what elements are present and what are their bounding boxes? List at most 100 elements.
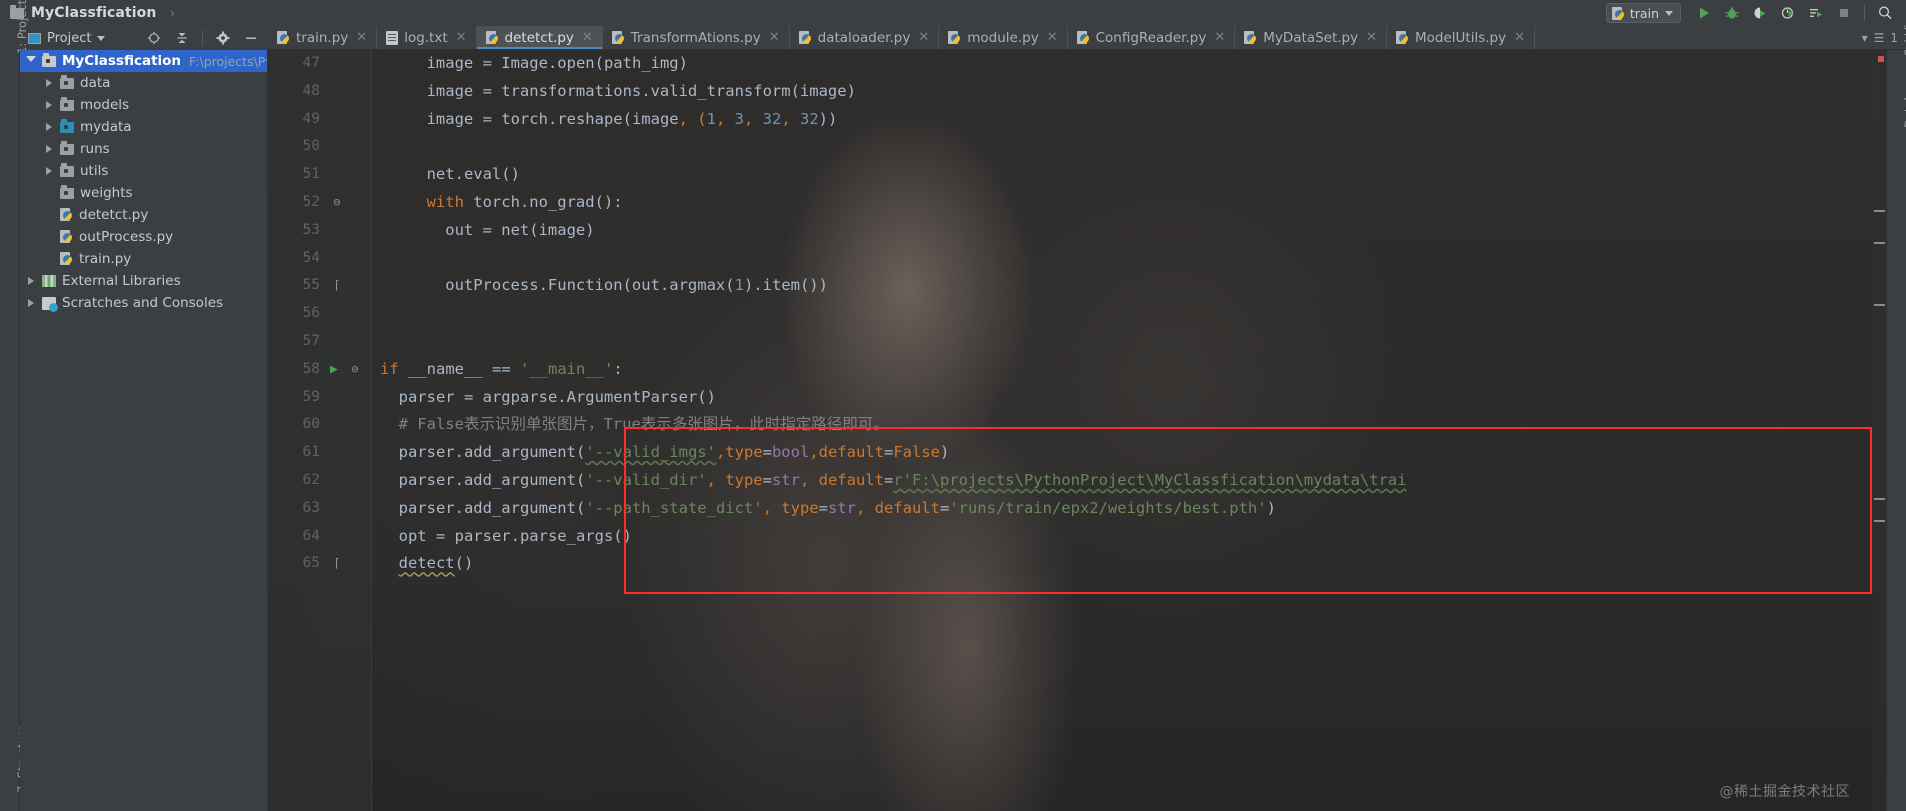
profile-icon[interactable] bbox=[1775, 2, 1801, 24]
close-icon[interactable]: ✕ bbox=[456, 30, 467, 45]
editor-tab-label: MyDataSet.py bbox=[1263, 29, 1359, 46]
code-editor[interactable]: 47 image = Image.open(path_img) 48 image = … bbox=[268, 50, 1886, 811]
line-number: 60 bbox=[302, 416, 320, 433]
chevron-right-icon[interactable] bbox=[42, 79, 56, 87]
code-line: 63 parser.add_argument('--path_state_dict… bbox=[268, 495, 1886, 523]
code-token: ( bbox=[575, 470, 586, 489]
close-icon[interactable]: ✕ bbox=[1047, 30, 1058, 45]
code-token: ) bbox=[1266, 498, 1276, 517]
code-token: ( bbox=[622, 109, 632, 128]
sidebar-item-project[interactable]: 1: Project bbox=[15, 0, 29, 54]
code-token: ( bbox=[575, 443, 586, 462]
run-configuration-selector[interactable]: train bbox=[1605, 3, 1681, 23]
sidebar-item-database[interactable]: Database bbox=[1902, 73, 1906, 128]
code-line: 54 bbox=[268, 245, 1886, 273]
code-token: 32 bbox=[762, 109, 782, 128]
chevron-right-icon[interactable] bbox=[42, 145, 56, 153]
code-token: out bbox=[445, 220, 474, 239]
sidebar-item-sciview[interactable]: Sci View bbox=[1902, 8, 1906, 56]
close-icon[interactable]: ✕ bbox=[356, 30, 367, 45]
tree-item-models[interactable]: models bbox=[20, 94, 267, 116]
close-icon[interactable]: ✕ bbox=[918, 30, 929, 45]
code-token: no_grad bbox=[529, 192, 595, 211]
tree-item-label: data bbox=[80, 75, 111, 91]
tree-item-outprocess-py[interactable]: outProcess.py bbox=[20, 226, 267, 248]
editor-tab-mydataset-py[interactable]: MyDataSet.py ✕ bbox=[1235, 26, 1388, 49]
tree-item-label: runs bbox=[80, 141, 110, 157]
tree-item-scratches-and-consoles[interactable]: Scratches and Consoles bbox=[20, 292, 267, 314]
editor-tab-modelutils-py[interactable]: ModelUtils.py ✕ bbox=[1387, 26, 1536, 49]
editor-tab-configreader-py[interactable]: ConfigReader.py ✕ bbox=[1068, 26, 1236, 49]
tree-item-myclassfication[interactable]: MyClassfication F:\projects\Python bbox=[20, 50, 267, 72]
tree-item-label: weights bbox=[80, 185, 133, 201]
code-line: 58 ▶ ⊖ if __name__ == '__main__': bbox=[268, 356, 1886, 384]
chevron-down-icon[interactable] bbox=[1665, 10, 1673, 16]
close-icon[interactable]: ✕ bbox=[1214, 30, 1225, 45]
debug-icon[interactable] bbox=[1719, 2, 1745, 24]
editor-tab-dataloader-py[interactable]: dataloader.py ✕ bbox=[790, 26, 940, 49]
editor-marker-track[interactable] bbox=[1872, 50, 1886, 811]
tree-item-train-py[interactable]: train.py bbox=[20, 248, 267, 270]
editor-tab-label: train.py bbox=[296, 29, 349, 46]
code-token: ( bbox=[622, 276, 632, 295]
run-gutter-icon[interactable]: ▶ bbox=[330, 356, 344, 384]
fold-end-icon[interactable]: ⌈ bbox=[330, 550, 344, 578]
gear-icon[interactable] bbox=[210, 27, 236, 49]
project-tree[interactable]: MyClassfication F:\projects\Python data mod… bbox=[20, 50, 268, 811]
change-marker[interactable] bbox=[1874, 520, 1885, 522]
chevron-right-icon[interactable] bbox=[24, 299, 38, 307]
editor-tab-label: log.txt bbox=[404, 29, 448, 46]
tab-list-icon[interactable]: ☰ bbox=[1874, 31, 1885, 45]
close-icon[interactable]: ✕ bbox=[769, 30, 780, 45]
search-everywhere-icon[interactable] bbox=[1872, 2, 1898, 24]
code-token: ) bbox=[678, 54, 688, 72]
change-marker[interactable] bbox=[1874, 304, 1885, 306]
chevron-right-icon[interactable] bbox=[24, 277, 38, 285]
run-with-console-icon[interactable] bbox=[1803, 2, 1829, 24]
editor-tab-detetct-py[interactable]: detetct.py ✕ bbox=[476, 26, 603, 49]
change-marker[interactable] bbox=[1874, 210, 1885, 212]
run-icon[interactable] bbox=[1691, 2, 1717, 24]
tree-item-detetct-py[interactable]: detetct.py bbox=[20, 204, 267, 226]
tab-overflow-group[interactable]: ▾ ☰ 1 bbox=[1862, 26, 1906, 49]
coverage-icon[interactable] bbox=[1747, 2, 1773, 24]
change-marker[interactable] bbox=[1874, 242, 1885, 244]
editor-tab-transformations-py[interactable]: TransformAtions.py ✕ bbox=[603, 26, 790, 49]
editor-tab-train-py[interactable]: train.py ✕ bbox=[268, 26, 378, 49]
error-marker[interactable] bbox=[1878, 56, 1884, 62]
tree-item-data[interactable]: data bbox=[20, 72, 267, 94]
chevron-right-icon[interactable] bbox=[42, 123, 56, 131]
close-icon[interactable]: ✕ bbox=[1514, 30, 1525, 45]
code-token: = bbox=[883, 443, 894, 462]
chevron-down-icon[interactable]: ▾ bbox=[1862, 31, 1868, 45]
editor-tab-log-txt[interactable]: log.txt ✕ bbox=[377, 26, 477, 49]
fold-end-icon[interactable]: ⌈ bbox=[330, 272, 344, 300]
chevron-right-icon[interactable] bbox=[42, 101, 56, 109]
stop-icon[interactable] bbox=[1831, 2, 1857, 24]
tree-item-mydata[interactable]: mydata bbox=[20, 116, 267, 138]
chevron-down-icon[interactable] bbox=[24, 56, 38, 66]
tree-item-external-libraries[interactable]: External Libraries bbox=[20, 270, 267, 292]
editor-tab-module-py[interactable]: module.py ✕ bbox=[939, 26, 1068, 49]
code-token: () bbox=[697, 387, 716, 406]
code-token: () bbox=[613, 526, 632, 545]
hide-panel-icon[interactable] bbox=[238, 27, 264, 49]
fold-collapse-icon[interactable]: ⊖ bbox=[330, 189, 344, 217]
editor-tab-label: TransformAtions.py bbox=[630, 29, 761, 46]
fold-collapse-icon[interactable]: ⊖ bbox=[348, 356, 362, 384]
chevron-right-icon[interactable] bbox=[42, 167, 56, 175]
close-icon[interactable]: ✕ bbox=[1366, 30, 1377, 45]
editor-tab-label: ModelUtils.py bbox=[1415, 29, 1507, 46]
collapse-all-icon[interactable] bbox=[169, 27, 195, 49]
tree-item-runs[interactable]: runs bbox=[20, 138, 267, 160]
close-icon[interactable]: ✕ bbox=[582, 30, 593, 45]
change-marker[interactable] bbox=[1874, 498, 1885, 500]
code-text: parser.add_argument('--path_state_dict',… bbox=[391, 495, 1276, 523]
chevron-down-icon[interactable] bbox=[97, 35, 106, 41]
locate-icon[interactable] bbox=[141, 27, 167, 49]
text-file-icon bbox=[386, 30, 399, 45]
tree-item-utils[interactable]: utils bbox=[20, 160, 267, 182]
tree-item-weights[interactable]: weights bbox=[20, 182, 267, 204]
code-token: = bbox=[473, 220, 502, 239]
python-file-icon bbox=[1244, 30, 1257, 45]
